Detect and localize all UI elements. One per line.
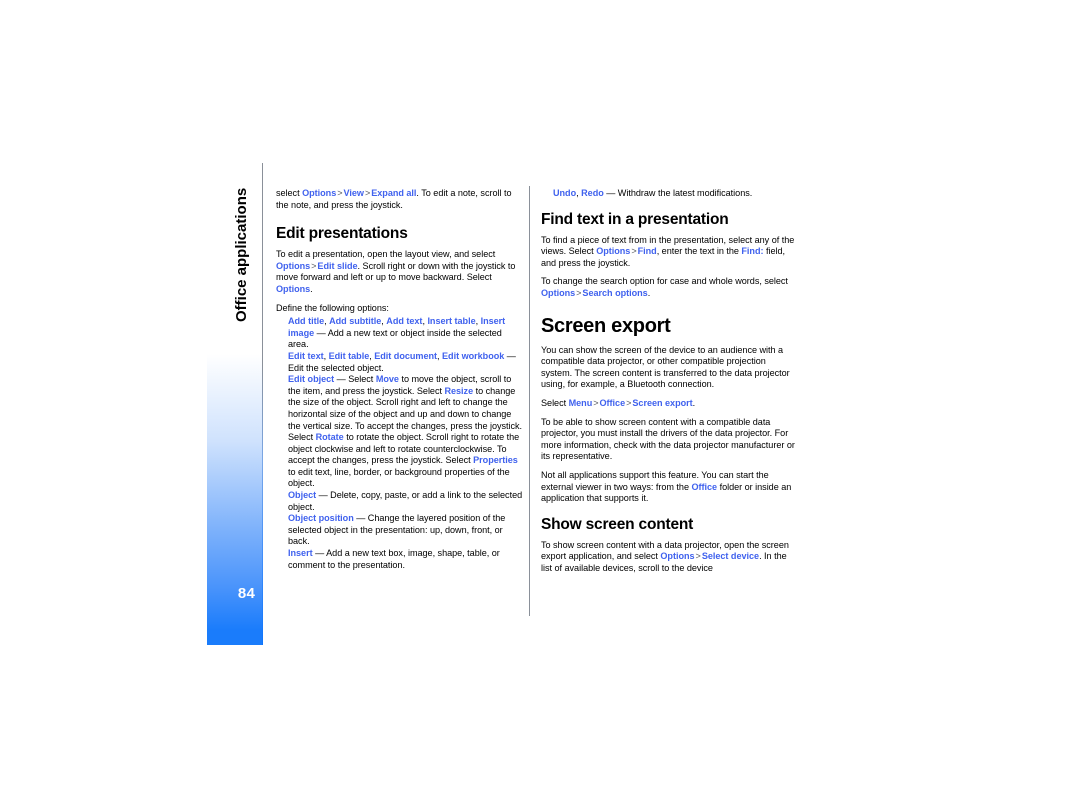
option-list-item: Undo, Redo — Withdraw the latest modific… [553,188,799,200]
body-text-run: . [310,283,313,294]
body-paragraph: To edit a presentation, open the layout … [276,249,523,295]
ui-term-link[interactable]: Find [638,246,657,256]
ui-term-link[interactable]: Select device [702,551,759,561]
running-head-label: Office applications [233,187,250,322]
ui-term-link[interactable]: Redo [581,188,604,198]
body-text-run: to edit text, line, border, or backgroun… [288,466,510,489]
column-divider-rule [529,186,530,616]
ui-term-link[interactable]: Edit text [288,351,324,361]
ui-term-link[interactable]: Options [276,261,310,271]
option-list-item: Insert — Add a new text box, image, shap… [288,548,523,571]
body-text-run: To be able to show screen content with a… [541,416,795,462]
body-text-run: — Withdraw the latest modifications. [603,188,753,198]
ui-term-link[interactable]: Rotate [316,432,344,442]
ui-term-link[interactable]: Edit table [329,351,370,361]
body-paragraph: select Options>View>Expand all. To edit … [276,188,523,211]
section-heading: Screen export [541,314,671,337]
body-text-run: You can show the screen of the device to… [541,344,790,390]
margin-vertical-rule [262,163,263,645]
section-heading: Edit presentations [276,225,408,243]
body-text-run: Select [541,397,569,408]
section-heading: Find text in a presentation [541,210,729,228]
option-list-item: Object — Delete, copy, paste, or add a l… [288,490,523,513]
option-list-item: Edit object — Select Move to move the ob… [288,374,523,490]
ui-term-link[interactable]: Add text [386,316,422,326]
body-text-run: — Delete, copy, paste, or add a link to … [288,490,523,512]
page-number: 84 [237,585,255,602]
ui-term-link[interactable]: Object position [288,513,354,523]
ui-term-link[interactable]: View [344,188,364,198]
body-text-run: . [647,287,651,298]
body-paragraph: To be able to show screen content with a… [541,417,799,463]
menu-separator-glyph: > [593,397,599,408]
ui-term-link[interactable]: Expand all [371,188,416,198]
body-text-run: . [692,397,696,408]
body-text-run: — Add a new text or object inside the se… [288,327,502,350]
text-column-right: Undo, Redo — Withdraw the latest modific… [541,188,799,581]
ui-term-link[interactable]: Screen export [632,398,692,408]
body-paragraph: To show screen content with a data proje… [541,540,799,575]
ui-term-link[interactable]: Insert table [427,316,475,326]
ui-term-link[interactable]: Options [660,551,694,561]
option-list-item: Object position — Change the layered pos… [288,513,523,548]
body-paragraph: To change the search option for case and… [541,276,799,299]
ui-term-link[interactable]: Undo [553,188,576,198]
ui-term-link[interactable]: Add subtitle [329,316,381,326]
ui-term-link[interactable]: Edit workbook [442,351,504,361]
body-paragraph: To find a piece of text from in the pres… [541,235,799,270]
body-paragraph: Not all applications support this featur… [541,470,799,505]
ui-term-link[interactable]: Add title [288,316,324,326]
body-text-run: To edit a presentation, open the layout … [276,249,496,260]
menu-separator-glyph: > [631,246,637,257]
text-column-left: select Options>View>Expand all. To edit … [276,188,523,571]
body-paragraph: You can show the screen of the device to… [541,345,799,391]
body-paragraph: Select Menu>Office>Screen export. [541,398,799,410]
ui-term-link[interactable]: Options [596,246,630,256]
ui-term-link[interactable]: Edit document [374,351,437,361]
ui-term-link[interactable]: Object [288,490,316,500]
ui-term-link[interactable]: Resize [444,386,473,396]
ui-term-link[interactable]: Edit slide [317,261,357,271]
ui-term-link[interactable]: Search options [582,288,647,298]
body-text-run: Define the following options: [276,302,389,313]
ui-term-link[interactable]: Menu [569,398,593,408]
section-heading: Show screen content [541,515,694,533]
body-text-run: — Select [334,374,376,385]
ui-term-link[interactable]: Options [276,284,310,294]
body-text-run: , enter the text in the [656,246,742,257]
body-text-run: select [276,188,303,198]
ui-term-link[interactable]: Office [600,398,626,408]
manual-page: 84 Office applications select Options>Vi… [0,0,1080,810]
ui-term-link[interactable]: Find: [741,246,763,256]
ui-term-link[interactable]: Office [691,482,717,492]
body-paragraph: Define the following options: [276,303,523,315]
ui-term-link[interactable]: Properties [473,455,518,465]
menu-separator-glyph: > [695,551,701,562]
ui-term-link[interactable]: Options [541,288,575,298]
option-list-item: Add title, Add subtitle, Add text, Inser… [288,316,523,351]
ui-term-link[interactable]: Move [376,374,399,384]
ui-term-link[interactable]: Options [302,188,336,198]
option-list-item: Edit text, Edit table, Edit document, Ed… [288,351,523,374]
ui-term-link[interactable]: Insert [288,548,313,558]
body-text-run: — Add a new text box, image, shape, tabl… [288,548,500,570]
ui-term-link[interactable]: Edit object [288,374,334,384]
body-text-run: To change the search option for case and… [541,276,788,287]
menu-separator-glyph: > [337,188,343,198]
